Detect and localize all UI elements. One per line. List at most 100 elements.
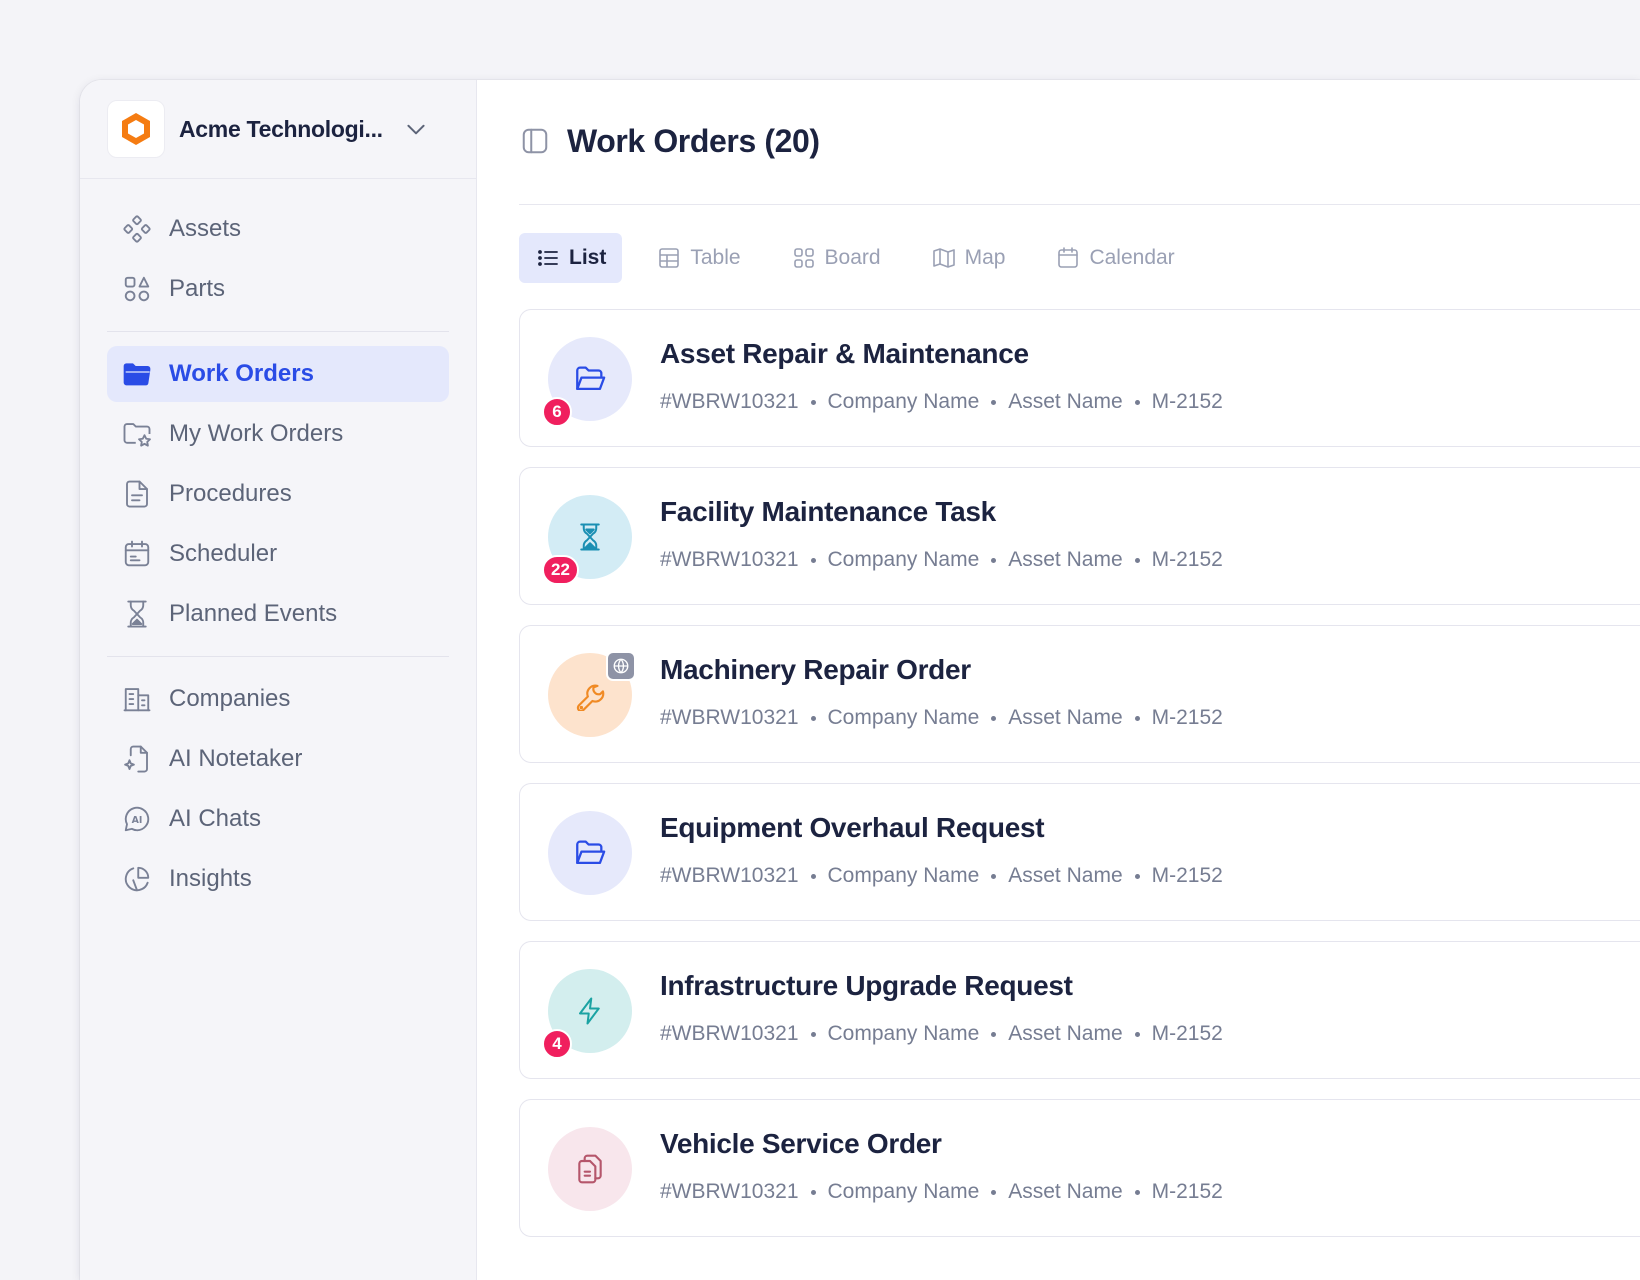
work-order-title: Vehicle Service Order xyxy=(660,1128,942,1159)
work-order-id: #WBRW10321 xyxy=(660,706,799,729)
count-badge: 22 xyxy=(542,555,579,585)
main-content: Work Orders (20) List Table Board Map Calend… xyxy=(477,80,1640,1280)
view-tab-list[interactable]: List xyxy=(519,233,623,283)
asset-code: M-2152 xyxy=(1151,1022,1223,1045)
count-badge: 6 xyxy=(542,397,572,427)
work-order-avatar xyxy=(548,811,632,895)
separator-dot xyxy=(991,1189,997,1195)
parts-icon xyxy=(121,273,153,305)
work-order-meta: #WBRW10321 Company Name Asset Name M-2152 xyxy=(660,1180,1223,1204)
sidebar-item-insights[interactable]: Insights xyxy=(107,851,449,907)
asset-name: Asset Name xyxy=(1008,864,1123,887)
files-icon xyxy=(574,1153,606,1185)
ai-note-icon xyxy=(121,743,153,775)
sidebar-item-label: Work Orders xyxy=(169,360,314,387)
sidebar-item-planned-events[interactable]: Planned Events xyxy=(107,586,449,642)
work-order-card[interactable]: 4 Infrastructure Upgrade Request #WBRW1032… xyxy=(519,941,1640,1079)
separator-dot xyxy=(991,715,997,721)
work-order-title: Infrastructure Upgrade Request xyxy=(660,970,1073,1001)
org-logo-icon xyxy=(107,100,165,158)
company-name: Company Name xyxy=(827,548,980,571)
sidebar-item-my-work-orders[interactable]: My Work Orders xyxy=(107,406,449,462)
view-tab-board[interactable]: Board xyxy=(775,233,897,283)
sidebar-item-work-orders[interactable]: Work Orders xyxy=(107,346,449,402)
table-icon xyxy=(656,245,682,271)
work-order-id: #WBRW10321 xyxy=(660,548,799,571)
asset-name: Asset Name xyxy=(1008,1180,1123,1203)
nav-divider xyxy=(107,331,449,332)
app-window: Acme Technologi... Assets Parts Work Order… xyxy=(80,80,1640,1280)
separator-dot xyxy=(991,1031,997,1037)
company-name: Company Name xyxy=(827,1022,980,1045)
sidebar-item-scheduler[interactable]: Scheduler xyxy=(107,526,449,582)
sidebar-item-label: AI Chats xyxy=(169,805,262,832)
work-order-text: Vehicle Service Order #WBRW10321 Company N… xyxy=(660,1128,1223,1204)
sidebar-item-ai-chats[interactable]: AI AI Chats xyxy=(107,791,449,847)
sidebar-item-parts[interactable]: Parts xyxy=(107,261,449,317)
sidebar-item-label: My Work Orders xyxy=(169,420,344,447)
building-icon xyxy=(121,683,153,715)
company-name: Company Name xyxy=(827,864,980,887)
calendar-icon xyxy=(121,538,153,570)
document-icon xyxy=(121,478,153,510)
company-name: Company Name xyxy=(827,390,980,413)
separator-dot xyxy=(1134,873,1140,879)
asset-code: M-2152 xyxy=(1151,706,1223,729)
board-icon xyxy=(791,245,817,271)
asset-name: Asset Name xyxy=(1008,706,1123,729)
sidebar-item-companies[interactable]: Companies xyxy=(107,671,449,727)
sidebar-item-procedures[interactable]: Procedures xyxy=(107,466,449,522)
ai-chat-icon: AI xyxy=(121,803,153,835)
view-tab-calendar[interactable]: Calendar xyxy=(1039,233,1190,283)
asset-name: Asset Name xyxy=(1008,1022,1123,1045)
page-header: Work Orders (20) xyxy=(519,80,1640,205)
work-order-id: #WBRW10321 xyxy=(660,390,799,413)
map-icon xyxy=(931,245,957,271)
work-order-card[interactable]: 6 Asset Repair & Maintenance #WBRW10321 Com… xyxy=(519,309,1640,447)
work-order-card[interactable]: Machinery Repair Order #WBRW10321 Company … xyxy=(519,625,1640,763)
asset-name: Asset Name xyxy=(1008,548,1123,571)
sidebar-item-ai-notetaker[interactable]: AI Notetaker xyxy=(107,731,449,787)
view-tab-label: Table xyxy=(690,246,741,269)
work-order-avatar xyxy=(548,651,636,737)
separator-dot xyxy=(810,557,816,563)
sidebar-toggle-icon[interactable] xyxy=(519,125,551,157)
work-order-id: #WBRW10321 xyxy=(660,864,799,887)
separator-dot xyxy=(810,399,816,405)
asset-code: M-2152 xyxy=(1151,548,1223,571)
view-tab-label: Map xyxy=(964,246,1006,269)
work-order-card[interactable]: Vehicle Service Order #WBRW10321 Company N… xyxy=(519,1099,1640,1237)
sidebar-nav: Assets Parts Work Orders My Work Orders Proc… xyxy=(80,179,476,907)
sidebar-item-label: Insights xyxy=(169,865,252,892)
work-order-text: Equipment Overhaul Request #WBRW10321 Comp… xyxy=(660,812,1223,888)
svg-text:AI: AI xyxy=(132,815,143,826)
org-switcher[interactable]: Acme Technologi... xyxy=(80,80,476,179)
sidebar-item-label: Assets xyxy=(169,215,242,242)
view-tab-table[interactable]: Table xyxy=(640,233,756,283)
work-order-card[interactable]: Equipment Overhaul Request #WBRW10321 Comp… xyxy=(519,783,1640,921)
company-name: Company Name xyxy=(827,1180,980,1203)
nav-divider xyxy=(107,656,449,657)
folder-star-icon xyxy=(121,418,153,450)
work-order-text: Facility Maintenance Task #WBRW10321 Compa… xyxy=(660,496,1223,572)
hourglass-icon xyxy=(121,598,153,630)
separator-dot xyxy=(1134,1189,1140,1195)
sidebar-item-label: Procedures xyxy=(169,480,292,507)
work-order-card[interactable]: 22 Facility Maintenance Task #WBRW10321 Com… xyxy=(519,467,1640,605)
list-icon xyxy=(535,245,561,271)
work-order-id: #WBRW10321 xyxy=(660,1022,799,1045)
sidebar-item-assets[interactable]: Assets xyxy=(107,201,449,257)
work-order-title: Asset Repair & Maintenance xyxy=(660,338,1029,369)
org-name: Acme Technologi... xyxy=(179,115,383,142)
asset-code: M-2152 xyxy=(1151,1180,1223,1203)
asset-code: M-2152 xyxy=(1151,864,1223,887)
sidebar-item-label: Planned Events xyxy=(169,600,338,627)
chevron-down-icon[interactable] xyxy=(403,116,429,142)
separator-dot xyxy=(810,873,816,879)
work-order-meta: #WBRW10321 Company Name Asset Name M-2152 xyxy=(660,706,1223,730)
hourglass-icon xyxy=(575,522,605,552)
view-tab-map[interactable]: Map xyxy=(915,233,1022,283)
work-order-title: Equipment Overhaul Request xyxy=(660,812,1045,843)
folder-open-icon xyxy=(573,836,607,870)
separator-dot xyxy=(1134,557,1140,563)
